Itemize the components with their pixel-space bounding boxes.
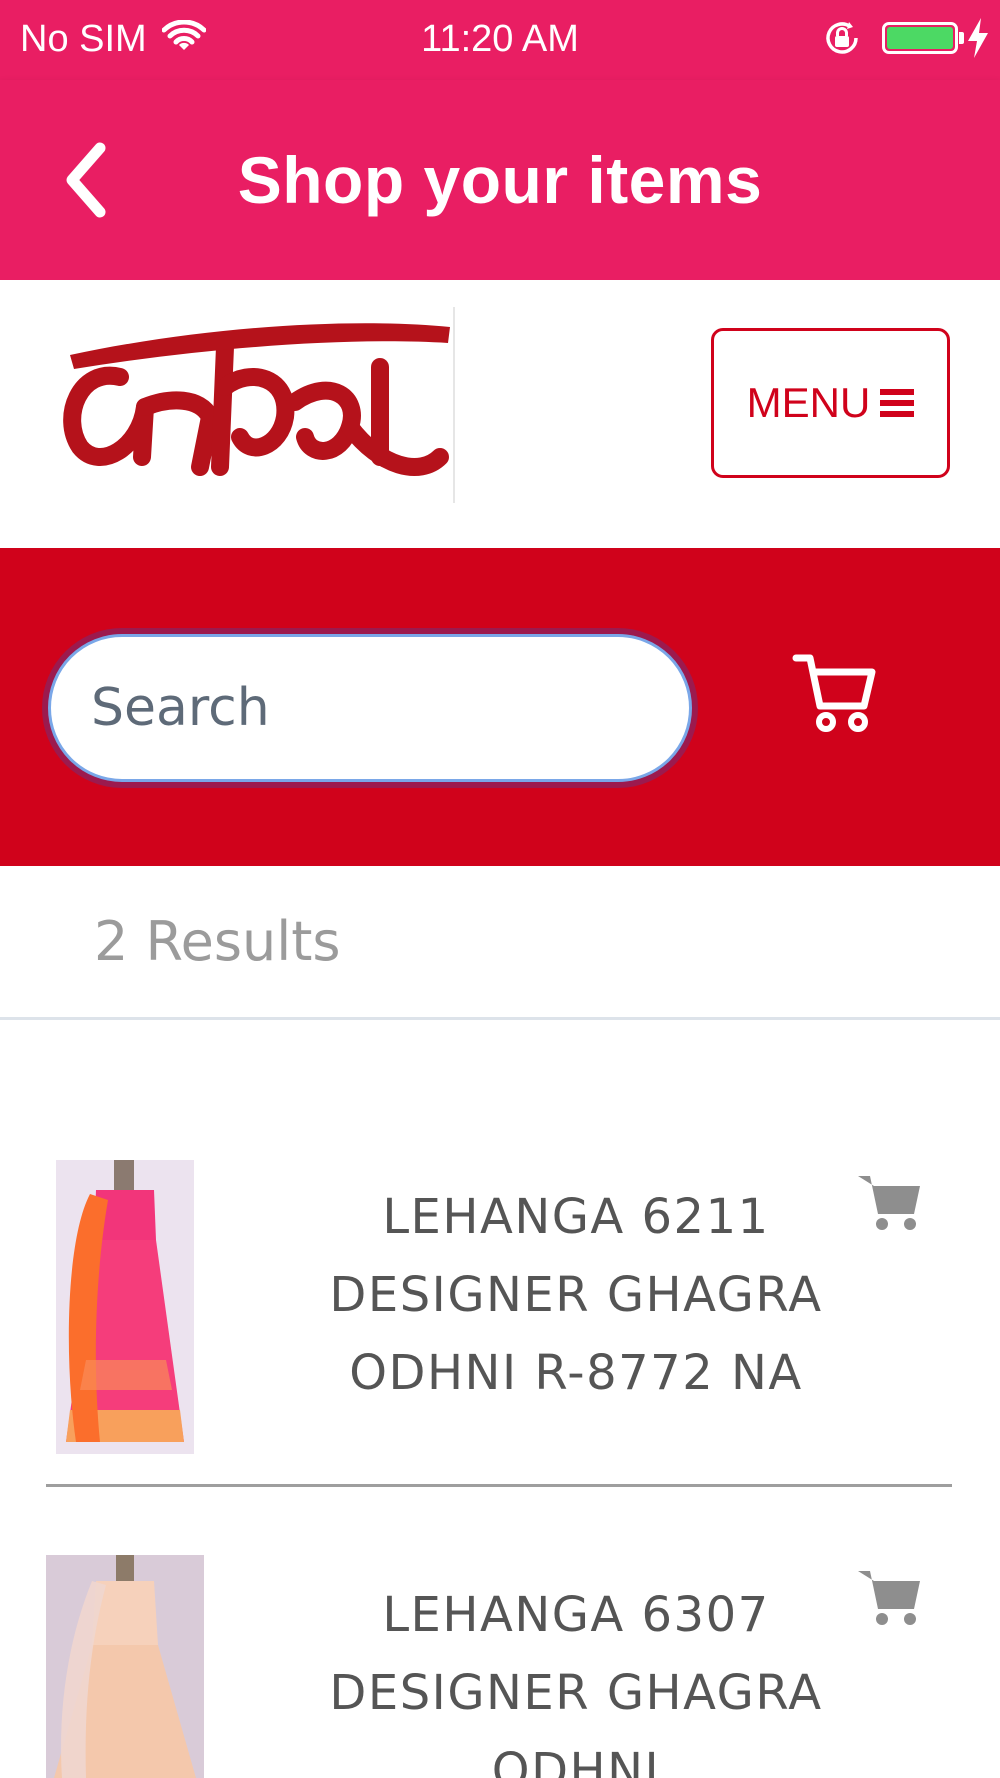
product-image[interactable] <box>56 1160 194 1454</box>
search-field-wrapper <box>42 628 698 788</box>
menu-label: MENU <box>746 379 871 426</box>
product-item[interactable]: LEHANGA 6211 DESIGNER GHAGRA ODHNI R-877… <box>46 1158 952 1484</box>
add-to-cart-icon[interactable] <box>856 1567 922 1627</box>
brand-logo[interactable] <box>50 307 458 503</box>
rotation-lock-icon <box>826 22 858 54</box>
product-item[interactable]: LEHANGA 6307 DESIGNER GHAGRA ODHNI <box>46 1555 952 1778</box>
row-divider <box>46 1484 952 1487</box>
search-bar <box>0 548 1000 866</box>
product-name[interactable]: LEHANGA 6307 DESIGNER GHAGRA ODHNI <box>286 1576 866 1778</box>
add-to-cart-icon[interactable] <box>856 1172 922 1232</box>
status-bar: No SIM 11:20 AM <box>0 0 1000 80</box>
results-header: 2 Results <box>0 866 1000 1020</box>
product-image[interactable] <box>46 1555 204 1778</box>
battery-tip <box>959 32 964 44</box>
hamburger-icon <box>880 389 915 417</box>
cart-icon[interactable] <box>790 648 880 738</box>
charging-bolt-icon <box>968 18 988 58</box>
app-header: Shop your items <box>0 80 1000 280</box>
results-count: 2 Results <box>94 910 341 973</box>
battery-icon <box>882 22 958 54</box>
product-name[interactable]: LEHANGA 6211 DESIGNER GHAGRA ODHNI R-877… <box>286 1178 866 1412</box>
menu-button[interactable]: MENU <box>711 328 950 478</box>
brand-bar: MENU <box>0 280 1000 548</box>
page-title: Shop your items <box>237 143 763 217</box>
search-input[interactable] <box>48 634 692 782</box>
